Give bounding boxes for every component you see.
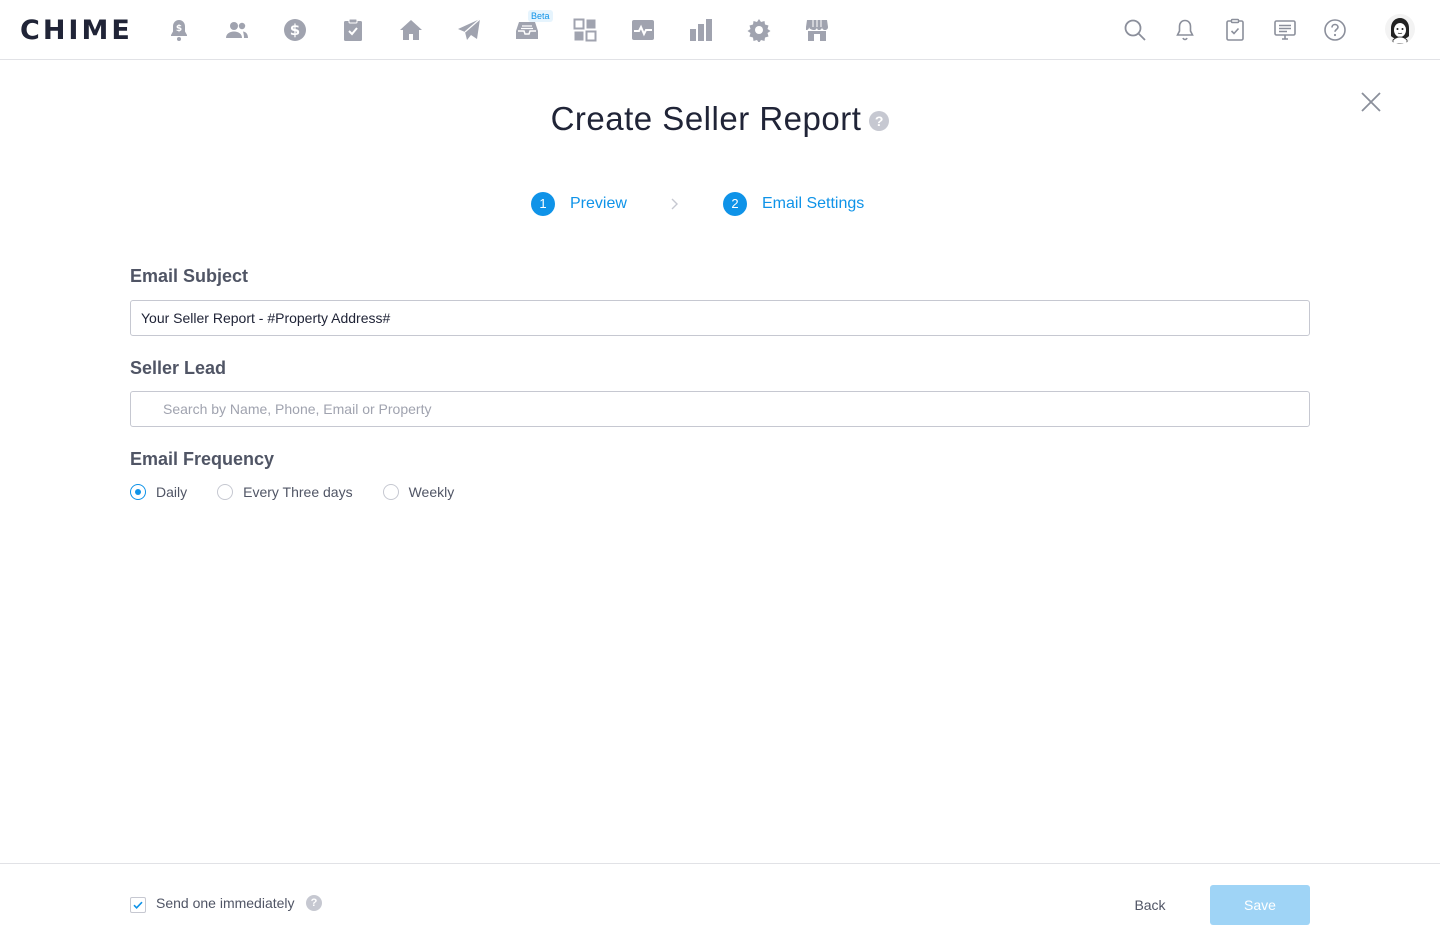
bar-chart-icon[interactable]: [688, 16, 714, 44]
modal-footer: Send one immediately ? Back Save: [0, 863, 1440, 944]
paper-plane-icon[interactable]: [456, 16, 482, 44]
radio-button[interactable]: [382, 484, 399, 500]
send-immediately-help-icon[interactable]: ?: [306, 895, 322, 911]
send-immediately-label: Send one immediately: [156, 895, 295, 911]
radio-label: Every Three days: [243, 484, 353, 500]
step-number: 1: [531, 192, 555, 216]
home-icon[interactable]: [398, 16, 424, 44]
dollar-icon[interactable]: $: [282, 16, 308, 44]
title-help-icon[interactable]: ?: [869, 111, 890, 131]
radio-label: Daily: [156, 484, 188, 500]
message-screen-icon[interactable]: [1273, 18, 1297, 42]
inbox-icon[interactable]: Beta: [514, 10, 553, 44]
page-title: Create Seller Report: [550, 100, 862, 137]
stepper: 1 Preview 2 Email Settings: [0, 192, 1440, 216]
seller-lead-label: Seller Lead: [130, 358, 227, 378]
email-subject-label: Email Subject: [130, 266, 249, 286]
step-label: Email Settings: [762, 195, 865, 212]
step-label: Preview: [570, 195, 627, 212]
checkmark-icon: [133, 901, 143, 909]
notification-bell-icon[interactable]: [1173, 18, 1197, 42]
radio-button[interactable]: [217, 484, 234, 500]
step-preview[interactable]: 1 Preview: [531, 192, 627, 216]
close-icon[interactable]: [1359, 90, 1383, 114]
task-clipboard-icon[interactable]: [1223, 18, 1247, 42]
send-immediately-checkbox[interactable]: [130, 897, 146, 913]
seller-lead-search: [130, 391, 1310, 427]
step-email-settings[interactable]: 2 Email Settings: [723, 192, 864, 216]
save-button[interactable]: Save: [1210, 885, 1310, 925]
help-icon[interactable]: [1323, 18, 1347, 42]
beta-badge: Beta: [528, 10, 553, 22]
clipboard-check-icon[interactable]: [340, 16, 366, 44]
email-subject-field[interactable]: [130, 300, 1310, 336]
chevron-right-icon: [671, 198, 678, 210]
modal-title: Create Seller Report?: [0, 100, 1440, 138]
store-icon[interactable]: [804, 16, 830, 44]
radio-daily[interactable]: Daily: [130, 482, 187, 502]
email-frequency-options: Daily Every Three days Weekly: [130, 482, 484, 502]
radio-button-selected[interactable]: [130, 484, 146, 500]
email-frequency-label: Email Frequency: [130, 449, 275, 469]
svg-text:$: $: [176, 24, 182, 34]
svg-text:$: $: [290, 21, 300, 39]
radio-every-three-days[interactable]: Every Three days: [217, 482, 353, 502]
dashboard-grid-icon[interactable]: [572, 16, 598, 44]
radio-weekly[interactable]: Weekly: [382, 482, 455, 502]
chime-logo[interactable]: CHIME: [20, 15, 133, 46]
back-button[interactable]: Back: [1120, 885, 1180, 925]
activity-icon[interactable]: [630, 16, 656, 44]
people-icon[interactable]: [224, 16, 250, 44]
search-icon[interactable]: [1123, 18, 1147, 42]
seller-lead-input[interactable]: [130, 391, 1310, 427]
gear-icon[interactable]: [746, 16, 772, 44]
step-number: 2: [723, 192, 747, 216]
top-nav-bar: CHIME $ $ Beta: [0, 0, 1440, 60]
avatar[interactable]: [1385, 14, 1415, 44]
alert-bell-icon[interactable]: $: [166, 16, 192, 44]
radio-label: Weekly: [408, 484, 455, 500]
